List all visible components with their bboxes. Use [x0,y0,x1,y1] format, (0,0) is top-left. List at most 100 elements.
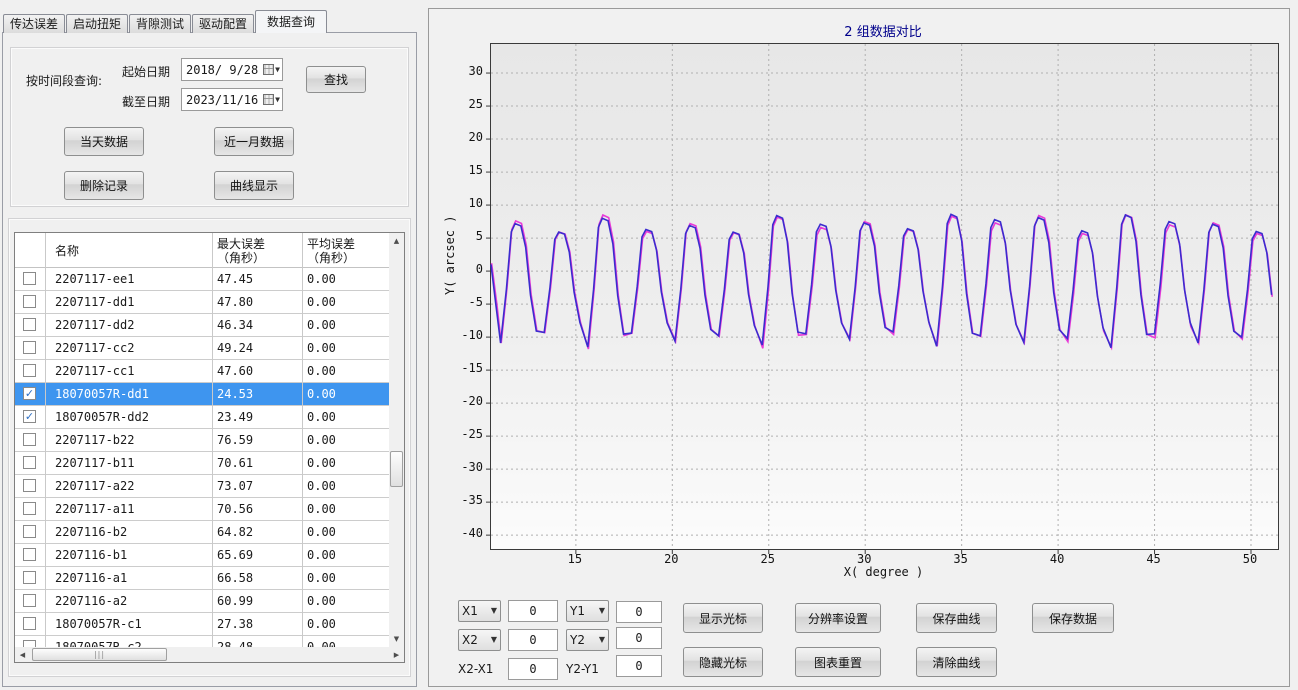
horizontal-scrollbar-thumb[interactable]: ||| [32,648,167,661]
y1-cursor-select[interactable]: Y1▼ [566,600,609,622]
y1-value-field[interactable]: 0 [616,601,662,623]
checkbox-unchecked[interactable] [23,364,36,377]
table-row[interactable]: 2207116-b264.820.00 [15,521,389,544]
y-tick-label: -40 [445,526,483,540]
start-date-value: 2018/ 9/28 [186,63,258,77]
vertical-scrollbar-thumb[interactable] [390,451,403,487]
dy-label: Y2-Y1 [566,662,599,676]
cell-avg-error: 0.00 [307,268,387,290]
checkbox-unchecked[interactable] [23,295,36,308]
checkbox-unchecked[interactable] [23,479,36,492]
table-row[interactable]: 2207117-b2276.590.00 [15,429,389,452]
start-date-picker-button[interactable]: ▼ [263,64,282,75]
checkbox-unchecked[interactable] [23,341,36,354]
table-row[interactable]: 2207116-a166.580.00 [15,567,389,590]
cell-name: 2207117-cc2 [55,337,205,359]
checkbox-checked[interactable]: ✓ [23,410,36,423]
resolution-settings-button[interactable]: 分辨率设置 [795,603,881,633]
tab-item[interactable]: 背隙测试 [129,14,191,33]
table-header: 名称 最大误差 （角秒） 平均误差 （角秒） [15,233,389,268]
table-row[interactable]: 2207117-cc147.600.00 [15,360,389,383]
checkbox-unchecked[interactable] [23,318,36,331]
tab-active[interactable]: 数据查询 [255,10,327,33]
clear-curve-button[interactable]: 清除曲线 [916,647,997,677]
cell-name: 2207117-a11 [55,498,205,520]
checkbox-unchecked[interactable] [23,433,36,446]
scroll-right-icon[interactable]: ▶ [389,647,404,662]
checkbox-checked[interactable]: ✓ [23,387,36,400]
chevron-down-icon: ▼ [491,636,497,644]
tab-item[interactable]: 传达误差 [3,14,65,33]
x2-value-field[interactable]: 0 [508,629,558,651]
x1-cursor-select[interactable]: X1▼ [458,600,501,622]
last-month-data-button[interactable]: 近一月数据 [214,127,294,156]
calendar-icon [263,94,274,105]
table-row[interactable]: 2207116-a260.990.00 [15,590,389,613]
table-row[interactable]: 2207117-dd246.340.00 [15,314,389,337]
save-data-button[interactable]: 保存数据 [1032,603,1114,633]
y-tick-label: -5 [445,295,483,309]
chart-plot-area[interactable] [490,43,1279,550]
curve-display-button[interactable]: 曲线显示 [214,171,294,200]
x1-value-field[interactable]: 0 [508,600,558,622]
x-axis-title: X( degree ) [490,565,1277,579]
scroll-left-icon[interactable]: ◀ [15,647,30,662]
end-date-field[interactable]: 2023/11/16 ▼ [181,88,283,111]
y2-value-field[interactable]: 0 [616,627,662,649]
save-curve-button[interactable]: 保存曲线 [916,603,997,633]
x-tick-label: 15 [555,552,595,566]
table-row[interactable]: 2207117-a1170.560.00 [15,498,389,521]
checkbox-unchecked[interactable] [23,548,36,561]
cell-name: 2207117-cc1 [55,360,205,382]
chart-reset-button[interactable]: 图表重置 [795,647,881,677]
table-row[interactable]: 2207117-dd147.800.00 [15,291,389,314]
delete-record-button[interactable]: 删除记录 [64,171,144,200]
checkbox-unchecked[interactable] [23,571,36,584]
show-cursor-button[interactable]: 显示光标 [683,603,763,633]
vertical-scrollbar[interactable]: ▲ ▼ [389,233,404,647]
x-tick-label: 50 [1230,552,1270,566]
cell-name: 2207116-b1 [55,544,205,566]
horizontal-scrollbar[interactable]: ◀ ||| ▶ [15,647,404,662]
end-date-picker-button[interactable]: ▼ [263,94,282,105]
cell-name: 2207117-a22 [55,475,205,497]
cell-max-error: 73.07 [217,475,297,497]
end-date-value: 2023/11/16 [186,93,258,107]
y-tick-label: 30 [445,64,483,78]
x-tick-label: 40 [1037,552,1077,566]
x2-cursor-select[interactable]: X2▼ [458,629,501,651]
start-date-field[interactable]: 2018/ 9/28 ▼ [181,58,283,81]
table-row[interactable]: 2207117-a2273.070.00 [15,475,389,498]
scroll-down-icon[interactable]: ▼ [389,631,404,647]
y2-cursor-select[interactable]: Y2▼ [566,629,609,651]
table-row[interactable]: 2207116-b165.690.00 [15,544,389,567]
y-axis-title: Y( arcsec ) [443,216,457,295]
x-tick-label: 25 [748,552,788,566]
dy-value-field[interactable]: 0 [616,655,662,677]
table-row[interactable]: 2207117-cc249.240.00 [15,337,389,360]
table-row[interactable]: ✓18070057R-dd124.530.00 [15,383,389,406]
tab-item[interactable]: 驱动配置 [192,14,254,33]
y-tick-label: -30 [445,460,483,474]
checkbox-unchecked[interactable] [23,502,36,515]
dx-value-field[interactable]: 0 [508,658,558,680]
hide-cursor-button[interactable]: 隐藏光标 [683,647,763,677]
today-data-button[interactable]: 当天数据 [64,127,144,156]
checkbox-unchecked[interactable] [23,272,36,285]
tab-item[interactable]: 启动扭矩 [66,14,128,33]
table-row[interactable]: ✓18070057R-dd223.490.00 [15,406,389,429]
checkbox-unchecked[interactable] [23,525,36,538]
checkbox-unchecked[interactable] [23,456,36,469]
cell-name: 2207117-dd2 [55,314,205,336]
cell-avg-error: 0.00 [307,429,387,451]
scroll-up-icon[interactable]: ▲ [389,233,404,249]
cell-name: 18070057R-c1 [55,613,205,635]
table-row[interactable]: 2207117-ee147.450.00 [15,268,389,291]
checkbox-unchecked[interactable] [23,617,36,630]
dx-label: X2-X1 [458,662,493,676]
cell-max-error: 27.38 [217,613,297,635]
table-row[interactable]: 2207117-b1170.610.00 [15,452,389,475]
table-row[interactable]: 18070057R-c127.380.00 [15,613,389,636]
checkbox-unchecked[interactable] [23,594,36,607]
search-button[interactable]: 查找 [306,66,366,93]
